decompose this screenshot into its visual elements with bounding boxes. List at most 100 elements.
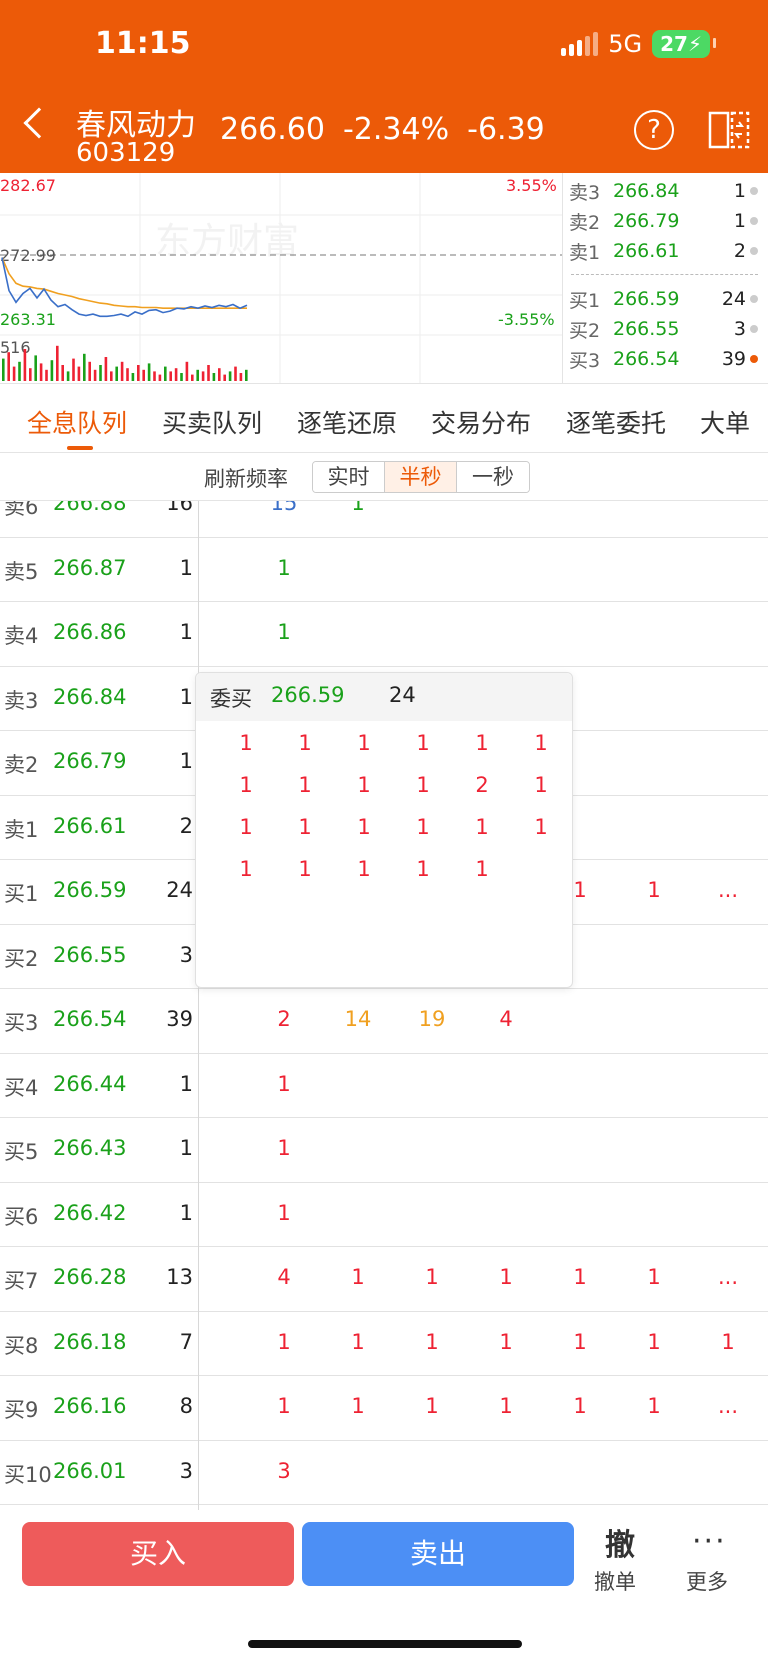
queue-price: 266.59 [53,878,127,902]
queue-level: 卖5 [4,559,39,584]
battery-level: 27 [660,32,688,56]
refresh-onesec-button[interactable]: 一秒 [457,462,529,492]
intraday-chart[interactable]: 东方财富 282.67 272.99 263.31 3.55% -3.55% 5… [0,173,562,383]
more-label[interactable]: 更多 [686,1566,728,1596]
sell-button[interactable]: 卖出 [302,1522,574,1586]
volume-bar [39,363,43,381]
ob-sell-row: 卖1 266.61 2 [569,236,758,266]
queue-level: 买10 [4,1462,52,1487]
cancel-order-icon[interactable]: 撤 [600,1520,640,1564]
queue-volume: 3 [179,1458,193,1483]
bottom-bar: 买入 卖出 撤 撤单 ··· 更多 [0,1510,768,1662]
volume-bar [169,371,172,381]
popup-order-cell: 1 [357,857,371,881]
volume-bar [239,373,243,381]
tab-tick-restore[interactable]: 逐笔还原 [297,404,397,440]
queue-order: 1 [277,555,291,580]
volume-bar [72,358,75,381]
queue-divider [198,501,199,1510]
price-low-label: 263.31 [0,310,56,329]
queue-level: 买7 [4,1269,39,1293]
queue-price: 266.28 [53,1265,127,1289]
queue-row[interactable]: 卖6 266.88 16 15 1 [0,501,768,538]
ob-active-dot-icon [750,355,758,363]
popup-order-cell: 1 [475,731,489,755]
tab-tick-orders[interactable]: 逐笔委托 [566,404,666,440]
ob-price: 266.59 [613,288,680,310]
queue-row[interactable]: 买3 266.54 39 2 14 19 4 [0,989,768,1054]
ob-price: 266.54 [613,348,680,370]
queue-row[interactable]: 买4 266.44 1 1 [0,1054,768,1118]
tab-bid-ask-queue[interactable]: 买卖队列 [162,404,262,440]
refresh-realtime-button[interactable]: 实时 [313,462,385,492]
queue-row[interactable]: 卖4 266.86 1 1 [0,602,768,667]
battery-icon: 27⚡ [652,30,716,58]
popup-order-cell: 1 [239,773,253,797]
queue-orders: 1 [200,1072,768,1102]
volume-bar [99,365,102,381]
queue-order: 1 [647,878,661,902]
volume-bar [12,366,16,381]
queue-price: 266.55 [53,942,127,967]
volume-bar [137,365,140,381]
popup-order-cell: 1 [534,773,548,797]
ob-separator [571,274,758,275]
queue-row[interactable]: 卖5 266.87 1 1 [0,538,768,602]
popup-title: 委买 [210,687,252,711]
queue-price: 266.84 [53,684,127,709]
queue-level: 买6 [4,1204,39,1229]
help-icon[interactable]: ? [634,110,674,150]
order-detail-popup[interactable]: 委买 266.59 24 1 1 1 1 1 1 1 1 1 1 2 1 1 1 1 1 1 1 1 1 1 1 1 [195,672,573,988]
volume-bar [207,365,210,381]
header-bar: 11:15 5G 27⚡ 春风动力 603129 266.60 -2.34% -… [0,0,768,173]
queue-level: 买8 [4,1333,39,1358]
tab-trade-distribution[interactable]: 交易分布 [431,404,531,440]
queue-row[interactable]: 买8 266.18 7 1 1 1 1 1 1 1 [0,1312,768,1376]
queue-volume: 8 [179,1394,193,1418]
stock-code: 603129 [76,138,176,168]
tab-full-queue[interactable]: 全息队列 [27,404,127,440]
cancel-order-label[interactable]: 撤单 [594,1566,636,1596]
queue-row[interactable]: 买10 266.01 3 3 [0,1441,768,1505]
tab-big-orders[interactable]: 大单 [700,404,750,440]
back-icon[interactable] [23,107,55,139]
home-indicator[interactable] [248,1640,522,1648]
queue-row[interactable]: 买9 266.16 8 1 1 1 1 1 1... [0,1376,768,1441]
queue-order: 1 [499,1394,513,1418]
queue-level: 卖3 [4,688,39,713]
volume-bar [93,369,97,381]
queue-order: 1 [647,1329,661,1354]
ob-level: 卖1 [569,241,601,264]
switch-layout-icon[interactable] [708,110,750,150]
volume-bar [7,352,10,381]
queue-level: 买9 [4,1398,39,1422]
queue-order: 1 [425,1329,439,1354]
ob-volume: 1 [733,210,746,232]
more-icon[interactable]: ··· [692,1524,727,1559]
ob-level: 买2 [569,319,601,342]
queue-row[interactable]: 买7 266.28 13 4 1 1 1 1 1... [0,1247,768,1312]
queue-orders: 1 [200,1201,768,1231]
network-type: 5G [608,30,643,58]
chart-watermark: 东方财富 [155,221,299,262]
popup-order-cell: 1 [357,731,371,755]
volume-bar [147,363,151,381]
order-book[interactable]: 卖3 266.84 1 卖2 266.79 1 卖1 266.61 2 买1 2… [562,173,768,383]
queue-volume: 16 [166,501,193,515]
popup-order-cell: 1 [416,773,430,797]
pct-low-label: -3.55% [498,310,555,329]
queue-order: 14 [344,1007,372,1031]
queue-row[interactable]: 买5 266.43 1 1 [0,1118,768,1183]
queue-order: ... [717,1265,739,1289]
queue-order: ... [717,1394,739,1418]
refresh-halfsec-button[interactable]: 半秒 [385,462,457,492]
volume-bar [104,357,108,381]
queue-level: 卖2 [4,753,39,777]
queue-price: 266.16 [53,1394,127,1418]
queue-order: 1 [499,1329,513,1354]
queue-level: 买4 [4,1075,39,1100]
buy-button[interactable]: 买入 [22,1522,294,1586]
queue-row[interactable]: 买6 266.42 1 1 [0,1183,768,1247]
queue-volume: 3 [179,942,193,967]
queue-price: 266.79 [53,749,127,773]
